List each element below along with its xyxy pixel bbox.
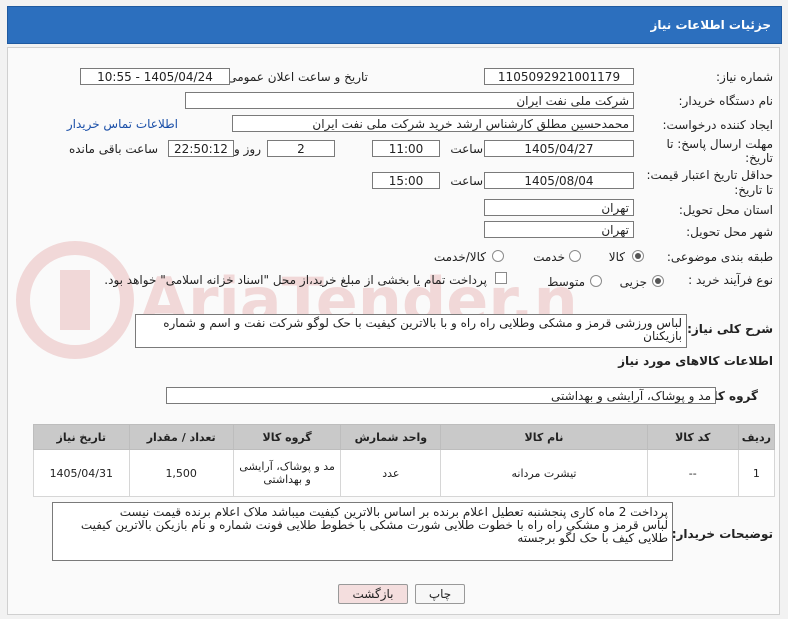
- announce-field: 1405/04/24 - 10:55: [80, 68, 230, 85]
- cell-code: --: [646, 449, 739, 497]
- category-radio-both[interactable]: [492, 250, 504, 262]
- col-code: کد کالا: [646, 424, 739, 450]
- process-label: نوع فرآیند خرید :: [688, 273, 773, 287]
- remaining-label: ساعت باقی مانده: [68, 142, 158, 156]
- province-label: استان محل تحویل:: [678, 203, 773, 217]
- remaining-time-field: 22:50:12: [168, 140, 234, 157]
- price-validity-label-2: تا تاریخ:: [734, 183, 773, 197]
- cell-name: تیشرت مردانه: [440, 449, 648, 497]
- cell-group: مد و پوشاک، آرایشی و بهداشتی: [232, 449, 342, 497]
- table-row: 1 -- تیشرت مردانه عدد مد و پوشاک، آرایشی…: [33, 449, 776, 497]
- reply-deadline-label-2: تاریخ:: [745, 151, 773, 165]
- category-label: طبقه بندی موضوعی:: [666, 250, 773, 264]
- cell-row: 1: [737, 449, 776, 497]
- price-time-field: 15:00: [372, 172, 440, 189]
- price-time-label: ساعت: [450, 174, 483, 188]
- col-name: نام کالا: [440, 424, 648, 450]
- category-radio-goods[interactable]: [632, 250, 644, 262]
- goods-table-header: ردیف کد کالا نام کالا واحد شمارش گروه کا…: [33, 424, 776, 450]
- reply-date-field: 1405/04/27: [484, 140, 634, 157]
- category-radio-service[interactable]: [569, 250, 581, 262]
- city-label: شهر محل تحویل:: [686, 225, 773, 239]
- reply-deadline-label: مهلت ارسال پاسخ: تا: [666, 137, 773, 151]
- payment-checkbox[interactable]: [495, 272, 507, 284]
- process-radio-medium[interactable]: [590, 275, 602, 287]
- category-both-label: کالا/خدمت: [433, 250, 486, 264]
- need-number-field: 1105092921001179: [484, 68, 634, 85]
- reply-time-label: ساعت: [450, 142, 483, 156]
- cell-date: 1405/04/31: [33, 449, 130, 497]
- days-label: روز و: [234, 142, 261, 156]
- process-minor-label: جزیی: [619, 275, 647, 289]
- creator-label: ایجاد کننده درخواست:: [662, 118, 773, 132]
- price-date-field: 1405/08/04: [484, 172, 634, 189]
- reply-time-field: 11:00: [372, 140, 440, 157]
- col-row: ردیف: [737, 424, 776, 450]
- category-service-label: خدمت: [533, 250, 565, 264]
- need-number-label: شماره نیاز:: [716, 70, 773, 84]
- province-field: تهران: [484, 199, 634, 216]
- print-button[interactable]: چاپ: [415, 584, 465, 604]
- days-field: 2: [267, 140, 335, 157]
- creator-field: محمدحسین مطلق کارشناس ارشد خرید شرکت ملی…: [232, 115, 634, 132]
- buyer-notes-line-3: طلایی کیف با حک لگو برجسته: [517, 531, 668, 545]
- goods-table: ردیف کد کالا نام کالا واحد شمارش گروه کا…: [33, 424, 776, 497]
- buyer-org-label: نام دستگاه خریدار:: [678, 94, 774, 108]
- cell-unit: عدد: [340, 449, 442, 497]
- buyer-org-field: شرکت ملی نفت ایران: [185, 92, 634, 109]
- buyer-notes-label: توضیحات خریدار:: [671, 527, 773, 541]
- payment-note: پرداخت تمام یا بخشی از مبلغ خرید،از محل …: [104, 273, 487, 287]
- col-group: گروه کالا: [232, 424, 342, 450]
- back-button[interactable]: بازگشت: [338, 584, 408, 604]
- buyer-notes-field: پرداخت 2 ماه کاری پنجشنبه تعطیل اعلام بر…: [52, 502, 673, 561]
- announce-label: تاریخ و ساعت اعلان عمومی:: [223, 70, 368, 84]
- cell-qty: 1,500: [128, 449, 234, 497]
- price-validity-label: حداقل تاریخ اعتبار قیمت:: [646, 168, 773, 182]
- page-title: جزئیات اطلاعات نیاز: [650, 18, 771, 32]
- col-qty: تعداد / مقدار: [128, 424, 234, 450]
- city-field: تهران: [484, 221, 634, 238]
- goods-group-field: مد و پوشاک، آرایشی و بهداشتی: [166, 387, 716, 404]
- process-medium-label: متوسط: [547, 275, 585, 289]
- col-unit: واحد شمارش: [340, 424, 442, 450]
- process-radio-minor[interactable]: [652, 275, 664, 287]
- page-header: جزئیات اطلاعات نیاز: [7, 6, 782, 44]
- description-field: لباس ورزشی قرمز و مشکی وطلایی راه راه و …: [135, 314, 687, 348]
- col-date: تاریخ نیاز: [33, 424, 130, 450]
- category-goods-label: کالا: [608, 250, 625, 264]
- description-label: شرح کلی نیاز:: [687, 322, 773, 336]
- buyer-contact-link[interactable]: اطلاعات تماس خریدار: [67, 117, 178, 131]
- goods-info-heading: اطلاعات کالاهای مورد نیاز: [618, 354, 773, 368]
